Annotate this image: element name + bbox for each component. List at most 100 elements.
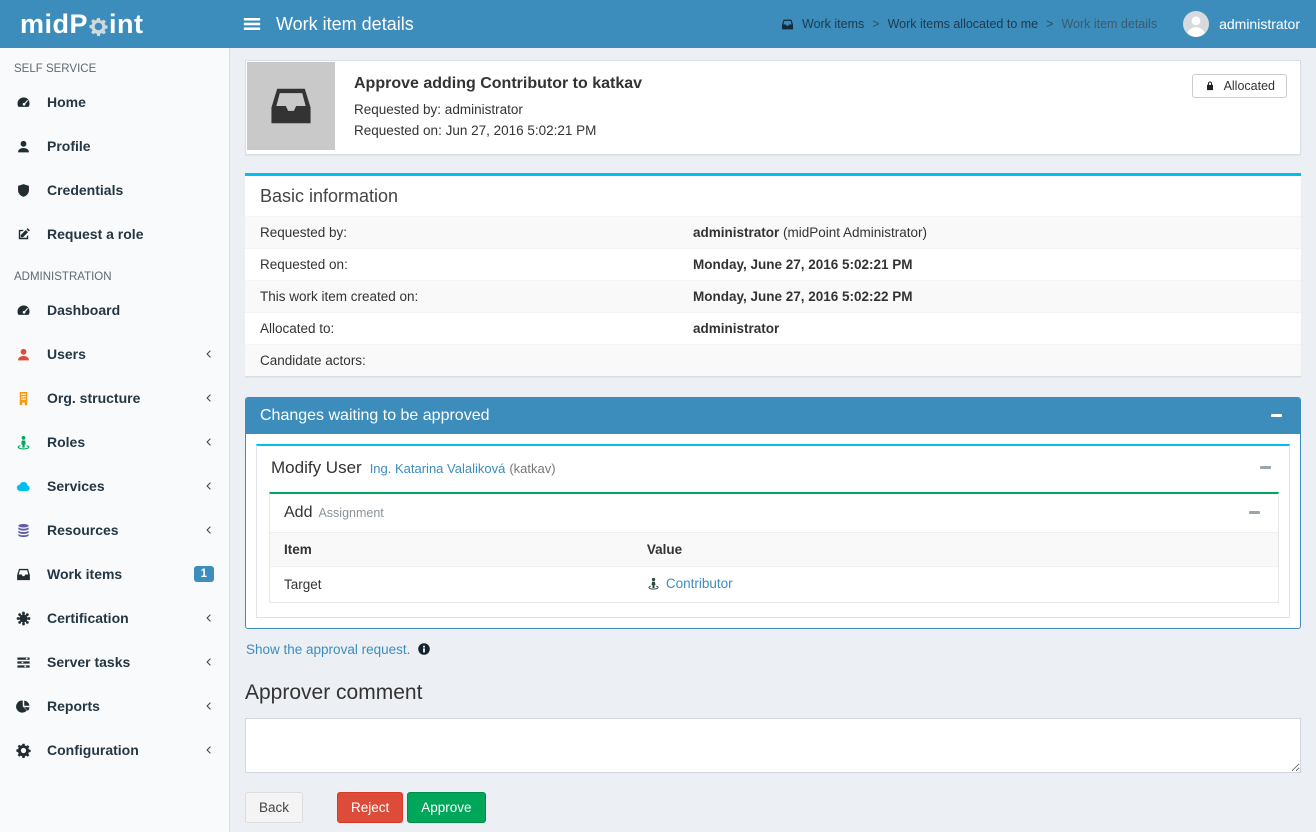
sidebar-item-home[interactable]: Home: [0, 80, 229, 124]
table-cell-value: Contributor: [633, 566, 1278, 602]
changes-panel-header: Changes waiting to be approved: [246, 398, 1300, 434]
basic-information-panel: Basic information Requested by: administ…: [245, 173, 1301, 377]
chevron-left-icon: [204, 392, 214, 404]
sidebar-item-org-structure[interactable]: Org. structure: [0, 376, 229, 420]
minus-icon: [1249, 511, 1260, 514]
user-menu[interactable]: administrator: [1183, 11, 1300, 37]
lock-icon: [1204, 80, 1216, 92]
action-buttons: Back Reject Approve: [245, 792, 1301, 823]
info-row: Candidate actors:: [245, 344, 1301, 376]
inbox-icon: [268, 83, 314, 129]
shield-icon: [15, 183, 32, 198]
modify-user-title: Modify User: [271, 458, 362, 478]
chevron-left-icon: [204, 744, 214, 756]
tachometer-icon: [15, 303, 32, 318]
modify-user-target-link[interactable]: Ing. Katarina Valaliková: [370, 461, 506, 476]
info-row-value: administrator: [678, 313, 1301, 344]
breadcrumb-link[interactable]: Work items: [802, 17, 864, 31]
chevron-left-icon: [204, 700, 214, 712]
sidebar-item-profile[interactable]: Profile: [0, 124, 229, 168]
sidebar-item-label: Org. structure: [47, 390, 140, 406]
gear-icon: [15, 743, 32, 758]
column-header-value: Value: [633, 532, 1278, 566]
user-icon: [15, 139, 32, 154]
gear-logo-icon: [89, 17, 108, 36]
sidebar-item-services[interactable]: Services: [0, 464, 229, 508]
status-badge: Allocated: [1192, 74, 1287, 98]
collapse-button[interactable]: [1267, 410, 1286, 421]
info-row: Requested by: administrator (midPoint Ad…: [245, 216, 1301, 248]
inbox-icon: [781, 18, 794, 31]
certificate-icon: [15, 611, 32, 626]
breadcrumb-link[interactable]: Work items allocated to me: [888, 17, 1039, 31]
sidebar-item-label: Reports: [47, 698, 100, 714]
table-header-row: Item Value: [270, 532, 1278, 566]
contributor-link[interactable]: Contributor: [647, 576, 733, 591]
show-approval-request-link[interactable]: Show the approval request.: [246, 642, 410, 657]
info-row-value: Monday, June 27, 2016 5:02:22 PM: [678, 281, 1301, 312]
info-circle-icon: [417, 642, 431, 656]
add-assignment-box: Add Assignment Item Value: [269, 492, 1279, 603]
sidebar-item-label: Roles: [47, 434, 85, 450]
assignment-delta-table: Item Value Target: [270, 532, 1278, 602]
sidebar-item-server-tasks[interactable]: Server tasks: [0, 640, 229, 684]
sidebar-item-dashboard[interactable]: Dashboard: [0, 288, 229, 332]
collapse-button[interactable]: [1256, 462, 1275, 473]
sidebar-item-reports[interactable]: Reports: [0, 684, 229, 728]
sidebar-item-certification[interactable]: Certification: [0, 596, 229, 640]
navbar: Work item details Work items > Work item…: [230, 0, 1316, 48]
sidebar-section-administration: ADMINISTRATION: [0, 256, 229, 288]
basic-information-title: Basic information: [245, 176, 1301, 216]
work-items-count-badge: 1: [194, 566, 214, 582]
reject-button[interactable]: Reject: [337, 792, 403, 823]
minus-icon: [1260, 466, 1271, 469]
sidebar-item-configuration[interactable]: Configuration: [0, 728, 229, 772]
chevron-left-icon: [204, 348, 214, 360]
work-item-icon-tile: [247, 62, 335, 150]
add-assignment-subtitle: Assignment: [318, 506, 383, 520]
street-view-icon: [647, 577, 660, 590]
chevron-left-icon: [204, 480, 214, 492]
sidebar-item-label: Home: [47, 94, 86, 110]
tasks-icon: [15, 655, 32, 670]
approver-comment-input[interactable]: [245, 718, 1301, 773]
work-item-summary-card: Approve adding Contributor to katkav Req…: [245, 60, 1301, 155]
info-row-label: Allocated to:: [245, 313, 678, 344]
info-row: Requested on: Monday, June 27, 2016 5:02…: [245, 248, 1301, 280]
sidebar-item-label: Server tasks: [47, 654, 130, 670]
pie-chart-icon: [15, 699, 32, 714]
sidebar-item-label: Dashboard: [47, 302, 120, 318]
info-row-label: This work item created on:: [245, 281, 678, 312]
app-logo[interactable]: midP int: [0, 0, 230, 48]
info-row-value-extra: (midPoint Administrator): [779, 225, 927, 240]
info-row: This work item created on: Monday, June …: [245, 280, 1301, 312]
sidebar-item-label: Work items: [47, 566, 122, 582]
sidebar-item-label: Configuration: [47, 742, 139, 758]
info-row-value-bold: Monday, June 27, 2016 5:02:21 PM: [693, 257, 913, 272]
back-button[interactable]: Back: [245, 792, 303, 823]
sidebar-item-label: Resources: [47, 522, 119, 538]
table-cell-item: Target: [270, 566, 633, 602]
sidebar-item-users[interactable]: Users: [0, 332, 229, 376]
add-assignment-title: Add: [284, 504, 312, 522]
tachometer-icon: [15, 95, 32, 110]
inbox-icon: [15, 567, 32, 582]
street-view-icon: [15, 435, 32, 450]
modify-user-box: Modify User Ing. Katarina Valaliková (ka…: [256, 444, 1290, 618]
collapse-button[interactable]: [1245, 507, 1264, 518]
hamburger-menu-icon[interactable]: [242, 14, 262, 34]
minus-icon: [1271, 414, 1282, 417]
sidebar-item-roles[interactable]: Roles: [0, 420, 229, 464]
main-content: Approve adding Contributor to katkav Req…: [230, 48, 1316, 832]
sidebar-item-credentials[interactable]: Credentials: [0, 168, 229, 212]
building-icon: [15, 391, 32, 406]
work-item-title: Approve adding Contributor to katkav: [354, 75, 642, 93]
sidebar-item-resources[interactable]: Resources: [0, 508, 229, 552]
approve-button[interactable]: Approve: [407, 792, 485, 823]
sidebar-item-label: Services: [47, 478, 105, 494]
logo-text-left: midP: [20, 9, 88, 40]
sidebar-item-request-a-role[interactable]: Request a role: [0, 212, 229, 256]
sidebar-item-label: Certification: [47, 610, 129, 626]
sidebar-item-work-items[interactable]: Work items 1: [0, 552, 229, 596]
sidebar: SELF SERVICE Home Profile Credentials Re…: [0, 48, 230, 832]
